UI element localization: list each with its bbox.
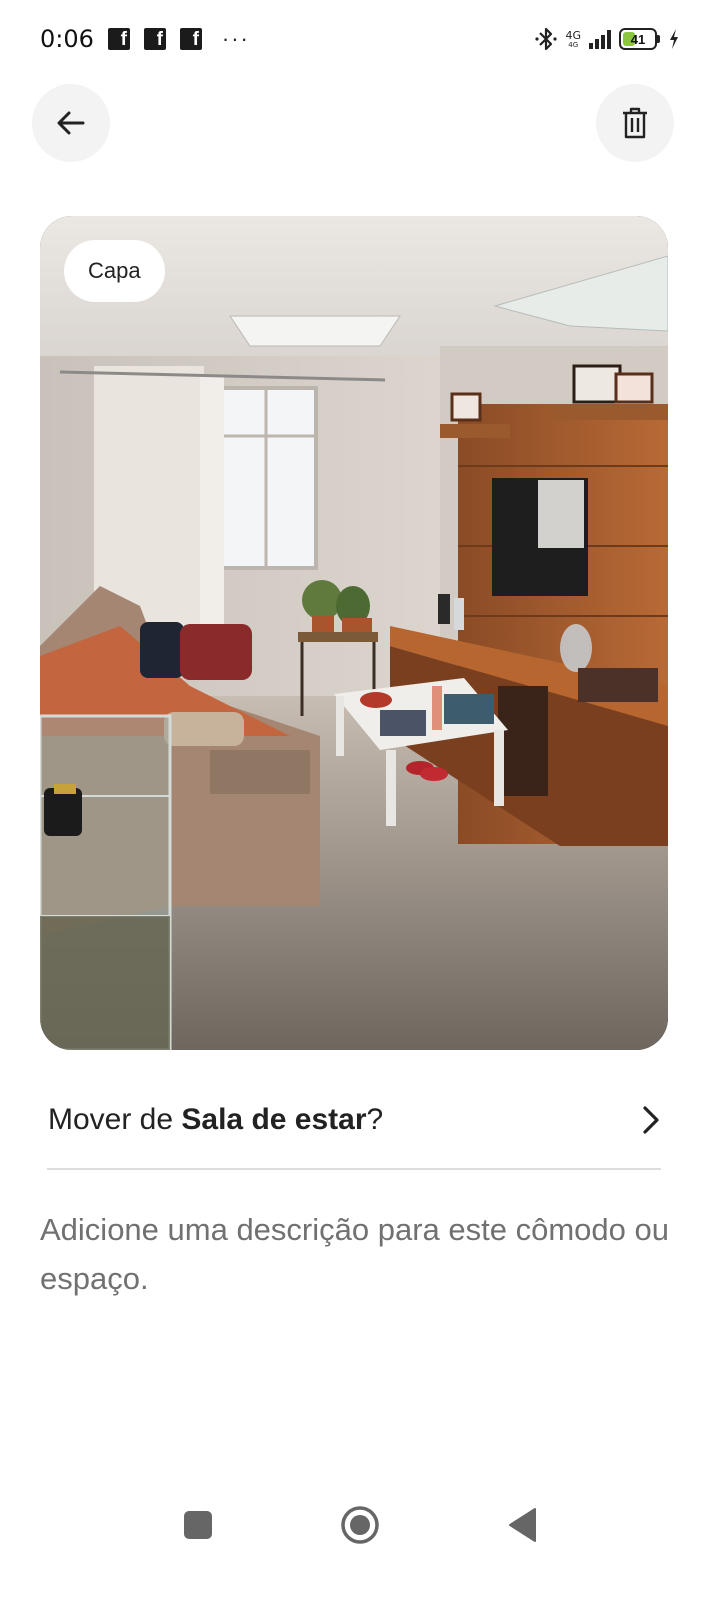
cover-badge: Capa <box>64 240 165 302</box>
delete-photo-button[interactable] <box>596 84 674 162</box>
status-bar: 0:06 f f f ··· 4G 4G 41 <box>0 0 720 78</box>
network-sub-label: 4G <box>568 40 579 49</box>
bluetooth-icon <box>535 27 558 51</box>
battery-icon: 41 <box>619 28 657 50</box>
network-type: 4G 4G <box>565 30 581 49</box>
room-photo[interactable]: Capa <box>40 216 668 1050</box>
status-right: 4G 4G 41 <box>535 26 680 52</box>
room-name: Sala de estar <box>181 1103 367 1136</box>
clock: 0:06 <box>40 25 94 53</box>
home-button[interactable] <box>338 1503 382 1547</box>
divider <box>47 1168 661 1170</box>
back-button[interactable] <box>32 84 110 162</box>
network-label: 4G <box>565 28 581 42</box>
facebook-icon: f <box>143 28 166 50</box>
triangle-back-icon <box>509 1508 536 1542</box>
facebook-icon: f <box>179 28 202 50</box>
status-left: 0:06 f f f ··· <box>40 25 250 53</box>
system-back-button[interactable] <box>500 1503 544 1547</box>
more-notifications-icon: ··· <box>221 26 250 51</box>
move-room-row[interactable]: Mover de Sala de estar? <box>48 1090 662 1150</box>
circle-icon <box>341 1506 379 1544</box>
system-nav-bar <box>0 1480 720 1570</box>
screen: 0:06 f f f ··· 4G 4G 41 Capa Mover de Sa… <box>0 0 720 1600</box>
living-room-photo <box>40 216 668 1050</box>
recents-button[interactable] <box>176 1503 220 1547</box>
chevron-right-icon <box>643 1106 659 1134</box>
trash-icon <box>623 107 647 139</box>
battery-level: 41 <box>630 31 646 47</box>
battery-tip <box>657 35 660 43</box>
charging-icon <box>670 29 678 49</box>
description-field[interactable]: Adicione uma descrição para este cômodo … <box>40 1205 680 1303</box>
arrow-left-icon <box>57 111 85 135</box>
facebook-icon: f <box>107 28 130 50</box>
move-prefix: Mover de <box>48 1103 182 1136</box>
signal-icon <box>589 29 611 49</box>
square-icon <box>184 1511 212 1539</box>
move-suffix: ? <box>366 1103 384 1136</box>
move-room-text: Mover de Sala de estar? <box>48 1103 383 1137</box>
